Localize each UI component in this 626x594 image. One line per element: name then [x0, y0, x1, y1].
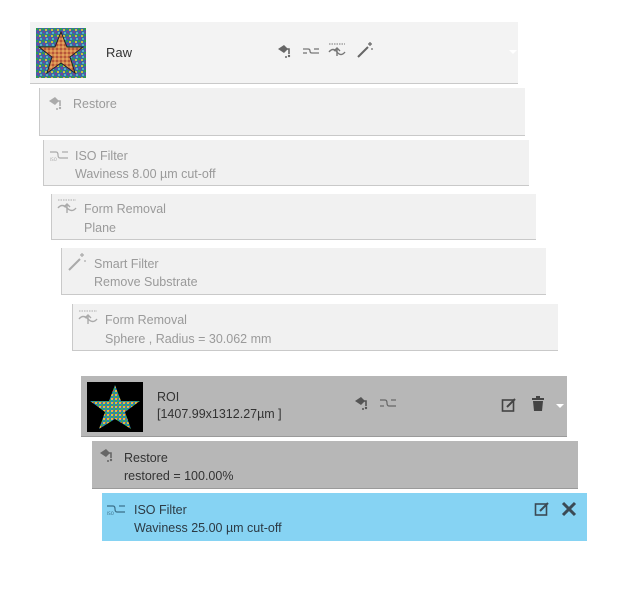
roi-card[interactable]: ROI [1407.99x1312.27µm ] — [81, 376, 567, 437]
step-title: Restore — [124, 451, 168, 465]
raw-thumbnail — [36, 28, 86, 78]
edit-icon[interactable] — [501, 397, 517, 413]
iso-filter-icon[interactable] — [302, 43, 320, 59]
chevron-down-icon[interactable] — [508, 48, 518, 56]
step-subtitle: restored = 100.00% — [124, 469, 234, 483]
roi-title: ROI — [157, 390, 180, 404]
edit-icon[interactable] — [534, 501, 550, 517]
form-removal-icon[interactable] — [328, 41, 346, 59]
step-subtitle: Waviness 8.00 µm cut-off — [75, 167, 216, 181]
step-subtitle: Sphere , Radius = 30.062 mm — [105, 332, 272, 346]
close-icon[interactable] — [561, 501, 577, 517]
raw-card[interactable]: Raw — [30, 22, 518, 84]
step-title: Smart Filter — [94, 257, 159, 271]
form-removal-icon — [57, 197, 77, 215]
chevron-down-icon[interactable] — [555, 402, 565, 410]
roi-subtitle: [1407.99x1312.27µm ] — [157, 407, 282, 421]
step-title: Form Removal — [105, 313, 187, 327]
step-subtitle: Waviness 25.00 µm cut-off — [134, 521, 282, 535]
svg-text:ISO: ISO — [107, 511, 114, 516]
restore-step-card[interactable]: Restore — [39, 88, 525, 136]
svg-text:ISO: ISO — [50, 157, 57, 162]
smart-filter-icon[interactable] — [356, 41, 374, 59]
iso-filter-step-card[interactable]: ISO ISO Filter Waviness 8.00 µm cut-off — [43, 140, 529, 186]
form-removal-sphere-step-card[interactable]: Form Removal Sphere , Radius = 30.062 mm — [72, 304, 558, 351]
trash-icon[interactable] — [531, 396, 545, 412]
smart-filter-step-card[interactable]: Smart Filter Remove Substrate — [61, 248, 546, 295]
roi-restore-step-card[interactable]: Restore restored = 100.00% — [92, 441, 578, 489]
form-removal-step-card[interactable]: Form Removal Plane — [51, 194, 536, 240]
restore-icon[interactable] — [276, 43, 292, 59]
step-title: Form Removal — [84, 202, 166, 216]
raw-title: Raw — [106, 45, 133, 60]
restore-icon — [98, 447, 114, 463]
restore-icon — [47, 95, 63, 111]
step-subtitle: Plane — [84, 221, 116, 235]
roi-iso-filter-step-card[interactable]: ISO ISO Filter Waviness 25.00 µm cut-off — [102, 493, 587, 541]
iso-filter-icon: ISO — [49, 148, 69, 162]
iso-filter-icon: ISO — [106, 502, 126, 516]
restore-icon[interactable] — [353, 395, 369, 411]
step-title: Restore — [73, 97, 117, 111]
form-removal-icon — [78, 308, 98, 326]
step-title: ISO Filter — [134, 503, 187, 517]
step-title: ISO Filter — [75, 149, 128, 163]
iso-filter-icon[interactable] — [379, 396, 397, 410]
roi-thumbnail — [87, 382, 143, 432]
step-subtitle: Remove Substrate — [94, 275, 198, 289]
smart-filter-icon — [67, 252, 87, 272]
